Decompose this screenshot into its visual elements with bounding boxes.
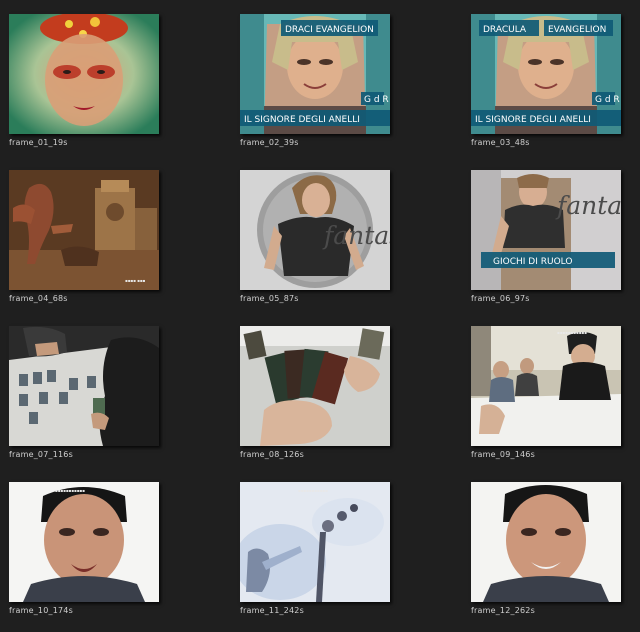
frame-thumbnail[interactable]: ▪▪▪▪▪▪▪▪▪▪▪ — [240, 482, 390, 602]
frame-caption: frame_12_262s — [471, 606, 535, 615]
overlay-title-right: EVANGELION — [548, 25, 606, 35]
overlay-badge: G d R — [364, 95, 389, 105]
overlay-title: DRACI EVANGELION — [285, 25, 374, 35]
frame-thumbnail[interactable]: ▪▪▪▪▪▪▪▪▪▪▪ — [471, 326, 621, 446]
watermark-text: ▪▪▪▪ ▪▪▪ — [125, 278, 146, 283]
frame-caption: frame_06_97s — [471, 294, 530, 303]
overlay-caption: IL SIGNORE DEGLI ANELLI — [475, 115, 591, 125]
frame-tile[interactable]: ▪▪▪▪▪▪▪▪▪▪▪ frame_11_242s — [240, 482, 400, 632]
frame-thumbnail[interactable] — [240, 326, 390, 446]
frame-tile[interactable]: fantasy GIOCHI DI RUOLO frame_06_97s — [471, 170, 631, 320]
contact-sheet: frame_01_19s DRACI EVANGELION G d R IL S — [0, 0, 640, 618]
frame-thumbnail[interactable]: ▪▪▪▪ ▪▪▪ — [9, 170, 159, 290]
frame-caption: frame_02_39s — [240, 138, 299, 147]
frame-caption: frame_09_146s — [471, 450, 535, 459]
frame-tile[interactable]: frame_07_116s — [9, 326, 169, 476]
overlay-caption: IL SIGNORE DEGLI ANELLI — [244, 115, 360, 125]
overlay-word: fantasy — [322, 221, 390, 250]
frame-thumbnail[interactable]: DRACI EVANGELION G d R IL SIGNORE DEGLI … — [240, 14, 390, 134]
frame-thumbnail[interactable] — [471, 482, 621, 602]
frame-thumbnail[interactable]: ▪▪▪▪▪▪▪▪▪▪▪ — [9, 482, 159, 602]
frame-caption: frame_11_242s — [240, 606, 304, 615]
frame-caption: frame_08_126s — [240, 450, 304, 459]
frame-caption: frame_03_48s — [471, 138, 530, 147]
frame-thumbnail[interactable] — [9, 14, 159, 134]
overlay-word: fantasy — [555, 191, 621, 220]
frame-tile[interactable]: DRACI EVANGELION G d R IL SIGNORE DEGLI … — [240, 14, 400, 164]
watermark-text: ▪▪▪▪▪▪▪▪▪▪▪ — [55, 488, 85, 493]
frame-thumbnail[interactable]: fantasy — [240, 170, 390, 290]
frame-caption: frame_07_116s — [9, 450, 73, 459]
frame-caption: frame_04_68s — [9, 294, 68, 303]
frame-tile[interactable]: ▪▪▪▪▪▪▪▪▪▪▪ frame_09_146s — [471, 326, 631, 476]
frame-tile[interactable]: ▪▪▪▪▪▪▪▪▪▪▪ frame_10_174s — [9, 482, 169, 632]
frame-caption: frame_01_19s — [9, 138, 68, 147]
frame-thumbnail[interactable]: DRACULA EVANGELION G d R IL SIGNORE DEGL… — [471, 14, 621, 134]
watermark-text: ▪▪▪▪▪▪▪▪▪▪▪ — [557, 330, 587, 335]
overlay-title-left: DRACULA — [483, 25, 527, 35]
frame-caption: frame_05_87s — [240, 294, 299, 303]
frame-thumbnail[interactable]: fantasy GIOCHI DI RUOLO — [471, 170, 621, 290]
overlay-banner: GIOCHI DI RUOLO — [493, 257, 572, 267]
frame-tile[interactable]: ▪▪▪▪ ▪▪▪ frame_04_68s — [9, 170, 169, 320]
frame-tile[interactable]: frame_12_262s — [471, 482, 631, 632]
frame-thumbnail[interactable] — [9, 326, 159, 446]
frame-tile[interactable]: frame_08_126s — [240, 326, 400, 476]
frame-tile[interactable]: fantasy frame_05_87s — [240, 170, 400, 320]
frame-tile[interactable]: DRACULA EVANGELION G d R IL SIGNORE DEGL… — [471, 14, 631, 164]
frame-caption: frame_10_174s — [9, 606, 73, 615]
overlay-badge: G d R — [595, 95, 620, 105]
watermark-text: ▪▪▪▪▪▪▪▪▪▪▪ — [298, 488, 328, 493]
frame-tile[interactable]: frame_01_19s — [9, 14, 169, 164]
